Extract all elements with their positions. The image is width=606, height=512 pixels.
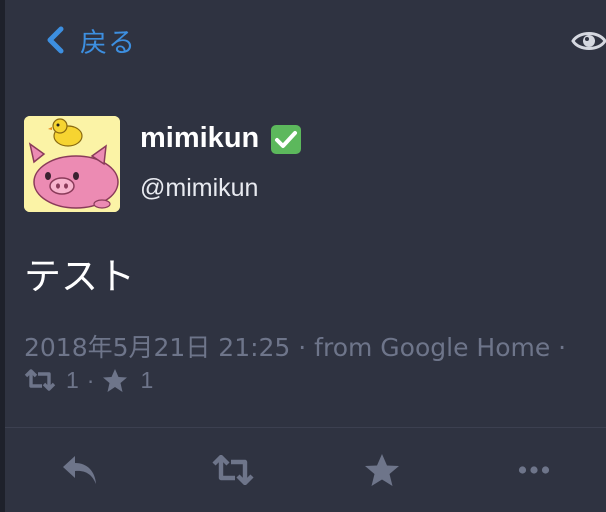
display-name[interactable]: mimikun xyxy=(140,122,259,155)
more-icon xyxy=(518,466,550,474)
favorite-button[interactable] xyxy=(364,452,400,488)
favorite-count: 1 xyxy=(140,366,154,393)
tweet-meta: 2018年5月21日 21:25 · from Google Home · xyxy=(24,333,567,362)
eye-icon[interactable] xyxy=(571,28,606,54)
chevron-left-icon xyxy=(47,26,64,54)
favorite-count-icon xyxy=(103,368,128,392)
verified-check-icon xyxy=(271,125,301,154)
retweet-button[interactable] xyxy=(212,452,254,488)
retweet-icon xyxy=(212,455,254,485)
avatar[interactable] xyxy=(24,116,120,212)
divider xyxy=(5,427,606,428)
pig-avatar-image xyxy=(24,116,120,212)
stats-separator: · xyxy=(86,366,95,393)
back-label: 戻る xyxy=(80,27,136,59)
favorite-star-icon xyxy=(365,454,399,486)
user-handle[interactable]: @mimikun xyxy=(140,174,258,203)
tweet-text: テスト xyxy=(24,255,135,298)
retweet-count: 1 xyxy=(66,366,79,393)
header-bar: 戻る xyxy=(0,0,606,78)
more-button[interactable] xyxy=(518,452,550,488)
reply-icon xyxy=(63,456,96,484)
tweet-stats: 1 · 1 xyxy=(24,365,153,395)
retweet-count-icon xyxy=(24,369,56,391)
back-button[interactable]: 戻る xyxy=(44,20,136,60)
reply-button[interactable] xyxy=(60,452,100,488)
